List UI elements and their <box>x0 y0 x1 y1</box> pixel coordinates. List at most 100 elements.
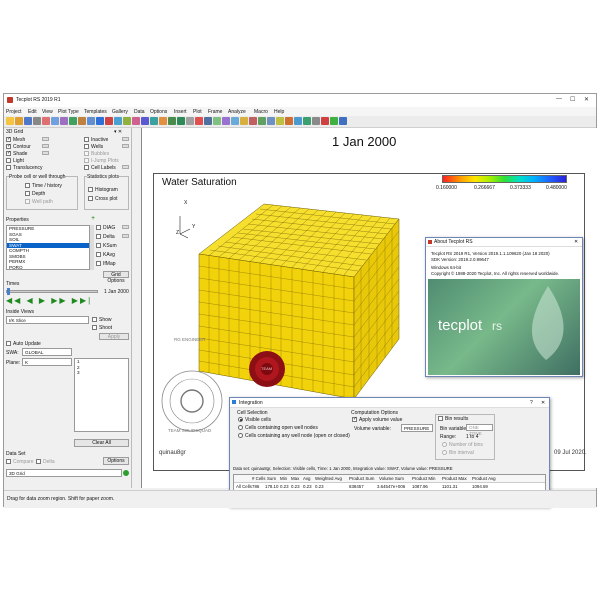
wells-checkbox[interactable] <box>84 144 89 149</box>
add-property-icon[interactable]: + <box>91 215 95 222</box>
rotate-icon[interactable] <box>114 117 122 125</box>
frame-icon[interactable] <box>204 117 212 125</box>
integration-help-button[interactable]: ? <box>530 400 533 406</box>
radio-any-well[interactable] <box>238 433 243 438</box>
menu-templates[interactable]: Templates <box>84 109 107 115</box>
cell-labels-checkbox[interactable] <box>84 165 89 170</box>
property-item[interactable]: PORO <box>7 265 89 270</box>
menu-analyze[interactable]: Analyze <box>228 109 246 115</box>
legend-icon[interactable] <box>249 117 257 125</box>
refresh-icon[interactable] <box>177 117 185 125</box>
geometry-icon[interactable] <box>195 117 203 125</box>
layout-icon[interactable] <box>78 117 86 125</box>
apply-volume-checkbox[interactable] <box>352 416 357 422</box>
text-tool-icon[interactable] <box>186 117 194 125</box>
macro-play-icon[interactable] <box>276 117 284 125</box>
close-button[interactable]: ✕ <box>584 96 589 103</box>
zoom-icon[interactable] <box>96 117 104 125</box>
time-slider-thumb[interactable] <box>7 288 10 295</box>
delta-settings-icon[interactable] <box>122 234 129 238</box>
apply-button[interactable]: Apply <box>99 333 129 340</box>
translate-icon[interactable] <box>123 117 131 125</box>
bubbles-checkbox[interactable] <box>84 151 89 156</box>
contour-settings-icon[interactable] <box>42 144 49 148</box>
integration-title-bar[interactable]: Integration ? ✕ <box>230 398 549 408</box>
copy-icon[interactable] <box>51 117 59 125</box>
axis-icon[interactable] <box>258 117 266 125</box>
check-icon[interactable] <box>330 117 338 125</box>
menu-insert[interactable]: Insert <box>174 109 187 115</box>
volume-variable-select[interactable]: PRESSURE <box>401 424 433 432</box>
table-row[interactable]: All Cells 786 178.10 0.23 0.23 0.23 0.23… <box>234 483 545 490</box>
kavg-checkbox[interactable] <box>96 252 101 257</box>
shade-checkbox[interactable] <box>6 150 11 156</box>
menu-gallery[interactable]: Gallery <box>112 109 128 115</box>
plane-select[interactable]: K <box>22 358 72 366</box>
time-slider[interactable] <box>6 290 98 293</box>
menu-view[interactable]: View <box>42 109 53 115</box>
menu-edit[interactable]: Edit <box>28 109 37 115</box>
grid-icon[interactable] <box>69 117 77 125</box>
vector-icon[interactable] <box>159 117 167 125</box>
depth-checkbox[interactable] <box>25 191 30 196</box>
menu-data[interactable]: Data <box>134 109 145 115</box>
menu-plot-type[interactable]: Plot Type <box>58 109 79 115</box>
select-icon[interactable] <box>105 117 113 125</box>
grid-options-button[interactable]: Grid Options <box>103 271 129 284</box>
title-bar[interactable]: Tecplot RS 2019 R1 — ☐ ✕ <box>4 94 596 108</box>
well-icon[interactable] <box>294 117 302 125</box>
show-checkbox[interactable] <box>92 317 97 322</box>
clear-all-button[interactable]: Clear All <box>74 439 129 447</box>
panel-header-icons[interactable]: ▾ ✕ <box>114 129 122 135</box>
histogram-checkbox[interactable] <box>88 187 93 192</box>
options-icon[interactable] <box>312 117 320 125</box>
about-close-button[interactable]: ✕ <box>574 239 578 245</box>
xy-plot-icon[interactable] <box>87 117 95 125</box>
translucency-checkbox[interactable] <box>6 165 11 170</box>
menu-project[interactable]: Project <box>6 109 22 115</box>
diag-settings-icon[interactable] <box>122 225 129 229</box>
ksum-checkbox[interactable] <box>96 243 101 248</box>
integration-close-button[interactable]: ✕ <box>541 400 545 406</box>
contour-checkbox[interactable] <box>6 143 11 149</box>
animate-icon[interactable] <box>285 117 293 125</box>
font-b-icon[interactable] <box>222 117 230 125</box>
about-dialog[interactable]: About Tecplot RS ✕ Tecplot RS 2019 R1, V… <box>425 237 583 377</box>
num-bins-radio[interactable] <box>442 442 447 447</box>
chart-type-icon[interactable] <box>60 117 68 125</box>
diag-checkbox[interactable] <box>96 225 101 230</box>
playback-controls[interactable]: ◀◀ ◀ ▶ ▶▶ ▶▶| <box>6 296 92 305</box>
contour-icon[interactable] <box>150 117 158 125</box>
ifmap-checkbox[interactable] <box>96 261 101 266</box>
menu-frame[interactable]: Frame <box>208 109 222 115</box>
mesh-checkbox[interactable] <box>6 136 11 142</box>
print-icon[interactable] <box>33 117 41 125</box>
auto-update-checkbox[interactable] <box>6 341 11 346</box>
new-icon[interactable] <box>6 117 14 125</box>
export-icon[interactable] <box>267 117 275 125</box>
bin-variable-select[interactable]: ONE ZONE <box>466 424 493 436</box>
plane-item[interactable]: 3 <box>75 370 128 376</box>
properties-scrollbar[interactable] <box>90 225 94 270</box>
menu-macro[interactable]: Macro <box>254 109 268 115</box>
frame-select[interactable]: 3D Grid <box>6 469 122 477</box>
align-icon[interactable] <box>240 117 248 125</box>
options-button[interactable]: Options <box>103 457 129 465</box>
labels-settings-icon[interactable] <box>122 165 129 169</box>
slice-icon[interactable] <box>141 117 149 125</box>
open-icon[interactable] <box>15 117 23 125</box>
inactive-checkbox[interactable] <box>84 137 89 142</box>
compare-checkbox[interactable] <box>6 459 11 464</box>
maximize-button[interactable]: ☐ <box>570 96 575 103</box>
bin-interval-radio[interactable] <box>442 450 447 455</box>
inactive-settings-icon[interactable] <box>122 137 129 141</box>
menu-plot[interactable]: Plot <box>193 109 202 115</box>
streamtrace-icon[interactable] <box>168 117 176 125</box>
properties-list[interactable]: PRESSURE SGAS SOIL SWAT COMPTH SMOBS PER… <box>6 225 90 270</box>
time-history-checkbox[interactable] <box>25 183 30 188</box>
minimize-button[interactable]: — <box>556 96 562 102</box>
probe-icon[interactable] <box>132 117 140 125</box>
shoot-checkbox[interactable] <box>92 325 97 330</box>
font-a-icon[interactable] <box>213 117 221 125</box>
about-title-bar[interactable]: About Tecplot RS ✕ <box>426 238 582 247</box>
